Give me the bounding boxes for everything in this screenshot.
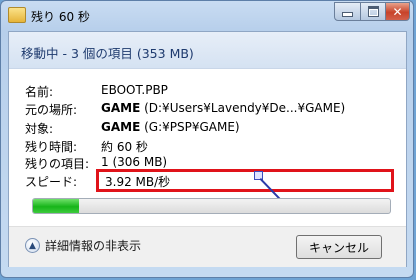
to-folder-name: GAME [101,120,141,134]
dialog-content: 移動中 - 3 個の項目 (353 MB) 名前: EBOOT.PBP 元の場所… [8,31,407,267]
minimize-icon [342,12,353,17]
to-folder-path: (G:¥PSP¥GAME) [140,120,240,134]
from-value[interactable]: GAME (D:¥Users¥Lavendy¥De...¥GAME) [101,101,345,115]
speed-highlight-box: 3.92 MB/秒 [96,169,394,192]
progress-fill [33,199,80,213]
close-button[interactable]: ✕ [385,2,410,21]
title-bar[interactable]: 残り 60 秒 ✕ [1,1,413,31]
to-value[interactable]: GAME (G:¥PSP¥GAME) [101,120,240,134]
time-remaining-value: 約 60 秒 [101,140,148,154]
maximize-icon [367,6,379,17]
close-icon: ✕ [392,4,403,19]
from-label: 元の場所: [25,103,78,117]
progress-bar [32,198,391,214]
footer-band: ▲ 詳細情報の非表示 キャンセル [9,226,406,267]
window-title: 残り 60 秒 [31,10,90,24]
name-label: 名前: [25,85,54,99]
speed-value: 3.92 MB/秒 [105,175,171,189]
folder-move-icon [8,7,26,23]
header-band: 移動中 - 3 個の項目 (353 MB) [9,32,406,69]
to-label: 対象: [25,122,54,136]
details-toggle-label[interactable]: 詳細情報の非表示 [45,237,141,254]
time-remaining-label: 残り時間: [25,140,78,154]
details-toggle[interactable]: ▲ 詳細情報の非表示 [25,237,141,254]
cancel-button[interactable]: キャンセル [296,235,382,259]
items-remaining-label: 残りの項目: [25,157,90,171]
operation-summary: 移動中 - 3 個の項目 (353 MB) [21,46,194,61]
chevron-up-icon[interactable]: ▲ [25,238,40,253]
from-folder-path: (D:¥Users¥Lavendy¥De...¥GAME) [140,101,346,115]
name-value: EBOOT.PBP [101,83,168,97]
minimize-button[interactable] [334,2,361,21]
from-folder-name: GAME [101,101,141,115]
items-remaining-value: 1 (306 MB) [101,155,168,169]
maximize-button[interactable] [360,2,386,21]
speed-label: スピード: [25,175,78,189]
copy-progress-window: 残り 60 秒 ✕ 移動中 - 3 個の項目 (353 MB) 名前: EBOO… [0,0,414,278]
